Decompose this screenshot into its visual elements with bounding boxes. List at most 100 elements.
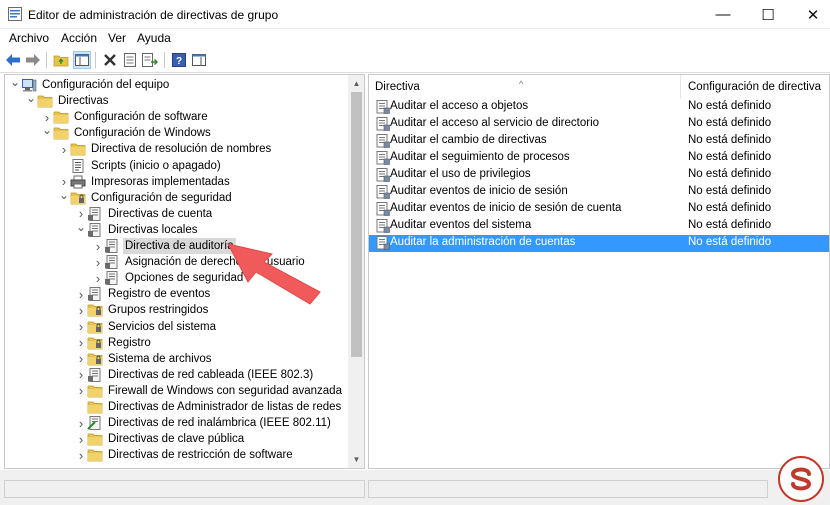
tree-item[interactable]: › Directivas de red cableada (IEEE 802.3) (75, 367, 315, 383)
tree-item-label: Configuración de Windows (74, 127, 211, 140)
policy-setting-icon (375, 134, 390, 148)
site-logo-icon (778, 456, 824, 502)
show-hide-action-pane-button[interactable] (190, 51, 208, 69)
svg-text:?: ? (176, 56, 182, 67)
tree-item[interactable]: › Grupos restringidos (75, 302, 210, 318)
chevron-right-icon[interactable]: › (75, 302, 87, 318)
tree-item[interactable]: › Registro (75, 335, 153, 351)
close-button[interactable]: ✕ (790, 0, 830, 29)
table-row[interactable]: Auditar eventos del sistema No está defin… (369, 218, 829, 235)
chevron-right-icon[interactable]: › (75, 415, 87, 431)
show-hide-action-pane-icon (192, 54, 206, 66)
chevron-right-icon[interactable]: › (75, 351, 87, 367)
maximize-button[interactable]: ☐ (745, 0, 791, 29)
tree-item-label: Directivas de restricción de software (108, 449, 293, 462)
toolbar-separator (46, 52, 47, 68)
menu-accion[interactable]: Acción (61, 31, 97, 45)
forward-button[interactable] (24, 51, 42, 69)
tree-item[interactable]: Directivas de Administrador de listas de… (75, 399, 343, 415)
tree-item[interactable]: › Directiva de auditoría (92, 238, 236, 254)
policy-setting-value: No está definido (688, 202, 772, 214)
policy-setting-icon (375, 185, 390, 199)
policy-name: Auditar eventos de inicio de sesión de c… (390, 202, 622, 214)
policy-setting-icon (375, 219, 390, 233)
menu-ver[interactable]: Ver (108, 31, 126, 45)
chevron-down-icon[interactable]: ⌄ (58, 187, 70, 203)
table-row[interactable]: Auditar la administración de cuentas No e… (369, 235, 829, 252)
table-row[interactable]: Auditar el cambio de directivas No está d… (369, 133, 829, 150)
tree-item-label: Grupos restringidos (108, 304, 209, 317)
chevron-down-icon[interactable]: ⌄ (25, 90, 37, 106)
show-hide-tree-button[interactable] (73, 51, 91, 69)
details-list[interactable]: Directiva ^ Configuración de directiva A… (368, 74, 830, 469)
tree-item[interactable]: › Configuración de software (41, 109, 210, 125)
table-row[interactable]: Auditar el uso de privilegios No está def… (369, 167, 829, 184)
status-cell (368, 480, 768, 498)
tree-item[interactable]: › Registro de eventos (75, 286, 212, 302)
folder-icon (87, 399, 103, 415)
chevron-right-icon[interactable]: › (75, 431, 87, 447)
chevron-down-icon[interactable]: ⌄ (9, 75, 21, 90)
security-folder-icon (87, 302, 103, 318)
back-button[interactable] (4, 51, 22, 69)
chevron-right-icon[interactable]: › (75, 335, 87, 351)
tree-item-label: Directiva de auditoría (123, 238, 236, 254)
tree-item[interactable]: › Firewall de Windows con seguridad avanz… (75, 383, 344, 399)
table-row[interactable]: Auditar el acceso al servicio de directo… (369, 116, 829, 133)
tree-item[interactable]: › Directivas de cuenta (75, 206, 214, 222)
annotation-arrow-icon (227, 243, 321, 305)
up-folder-button[interactable] (52, 51, 70, 69)
tree-item[interactable]: › Directivas de clave pública (75, 431, 246, 447)
chevron-right-icon[interactable]: › (75, 383, 87, 399)
tree-item[interactable]: ⌄ Directivas locales (75, 219, 199, 238)
properties-button[interactable] (121, 51, 139, 69)
chevron-right-icon[interactable]: › (58, 141, 70, 157)
tree-item[interactable]: › Directiva de resolución de nombres (58, 141, 273, 157)
scroll-thumb[interactable] (351, 92, 362, 357)
delete-button[interactable] (101, 51, 119, 69)
policy-icon (87, 222, 103, 238)
chevron-down-icon[interactable]: ⌄ (75, 219, 87, 235)
tree-item[interactable]: › Directivas de red inalámbrica (IEEE 802… (75, 415, 333, 431)
chevron-right-icon[interactable]: › (92, 254, 104, 270)
tree-item[interactable]: ⌄ Configuración de Windows (41, 122, 213, 141)
column-header-directiva[interactable]: Directiva ^ (369, 75, 681, 99)
chevron-right-icon[interactable]: › (75, 286, 87, 302)
tree-item[interactable]: › Servicios del sistema (75, 319, 218, 335)
menu-archivo[interactable]: Archivo (9, 31, 49, 45)
column-header-configuracion[interactable]: Configuración de directiva (682, 75, 829, 99)
table-row[interactable]: Auditar el seguimiento de procesos No est… (369, 150, 829, 167)
chevron-down-icon[interactable]: ⌄ (41, 122, 53, 138)
policy-name: Auditar eventos del sistema (390, 219, 532, 231)
tree-item[interactable]: › Impresoras implementadas (58, 174, 232, 190)
minimize-button[interactable]: — (700, 0, 746, 29)
tree-item[interactable]: Scripts (inicio o apagado) (58, 158, 223, 174)
tree-item[interactable]: › Sistema de archivos (75, 351, 214, 367)
tree-item[interactable]: › Directivas de restricción de software (75, 447, 295, 463)
scroll-up-icon[interactable]: ▲ (348, 75, 364, 92)
scroll-down-icon[interactable]: ▼ (348, 451, 364, 468)
chevron-right-icon[interactable]: › (92, 270, 104, 286)
table-row[interactable]: Auditar el acceso a objetos No está defin… (369, 99, 829, 116)
chevron-right-icon[interactable]: › (92, 238, 104, 254)
help-button[interactable]: ? (170, 51, 188, 69)
chevron-right-icon[interactable]: › (75, 447, 87, 463)
tree-item[interactable]: ⌄ Configuración de seguridad (58, 187, 234, 206)
menu-ayuda[interactable]: Ayuda (137, 31, 171, 45)
policy-name: Auditar el seguimiento de procesos (390, 151, 570, 163)
folder-icon (53, 109, 69, 125)
chevron-right-icon[interactable]: › (75, 319, 87, 335)
policy-setting-icon (375, 202, 390, 216)
tree-vertical-scrollbar[interactable]: ▲ ▼ (348, 75, 364, 468)
tree-item[interactable]: ⌄ Directivas (25, 90, 110, 109)
table-row[interactable]: Auditar eventos de inicio de sesión de c… (369, 201, 829, 218)
chevron-right-icon[interactable]: › (75, 367, 87, 383)
table-row[interactable]: Auditar eventos de inicio de sesión No es… (369, 184, 829, 201)
policy-setting-value: No está definido (688, 134, 772, 146)
tree-item-label: Firewall de Windows con seguridad avanza… (108, 384, 342, 397)
back-icon (6, 54, 20, 66)
tree-item-label: Sistema de archivos (108, 352, 212, 365)
export-list-button[interactable] (141, 51, 159, 69)
tree-item[interactable]: › Opciones de seguridad (92, 270, 245, 286)
